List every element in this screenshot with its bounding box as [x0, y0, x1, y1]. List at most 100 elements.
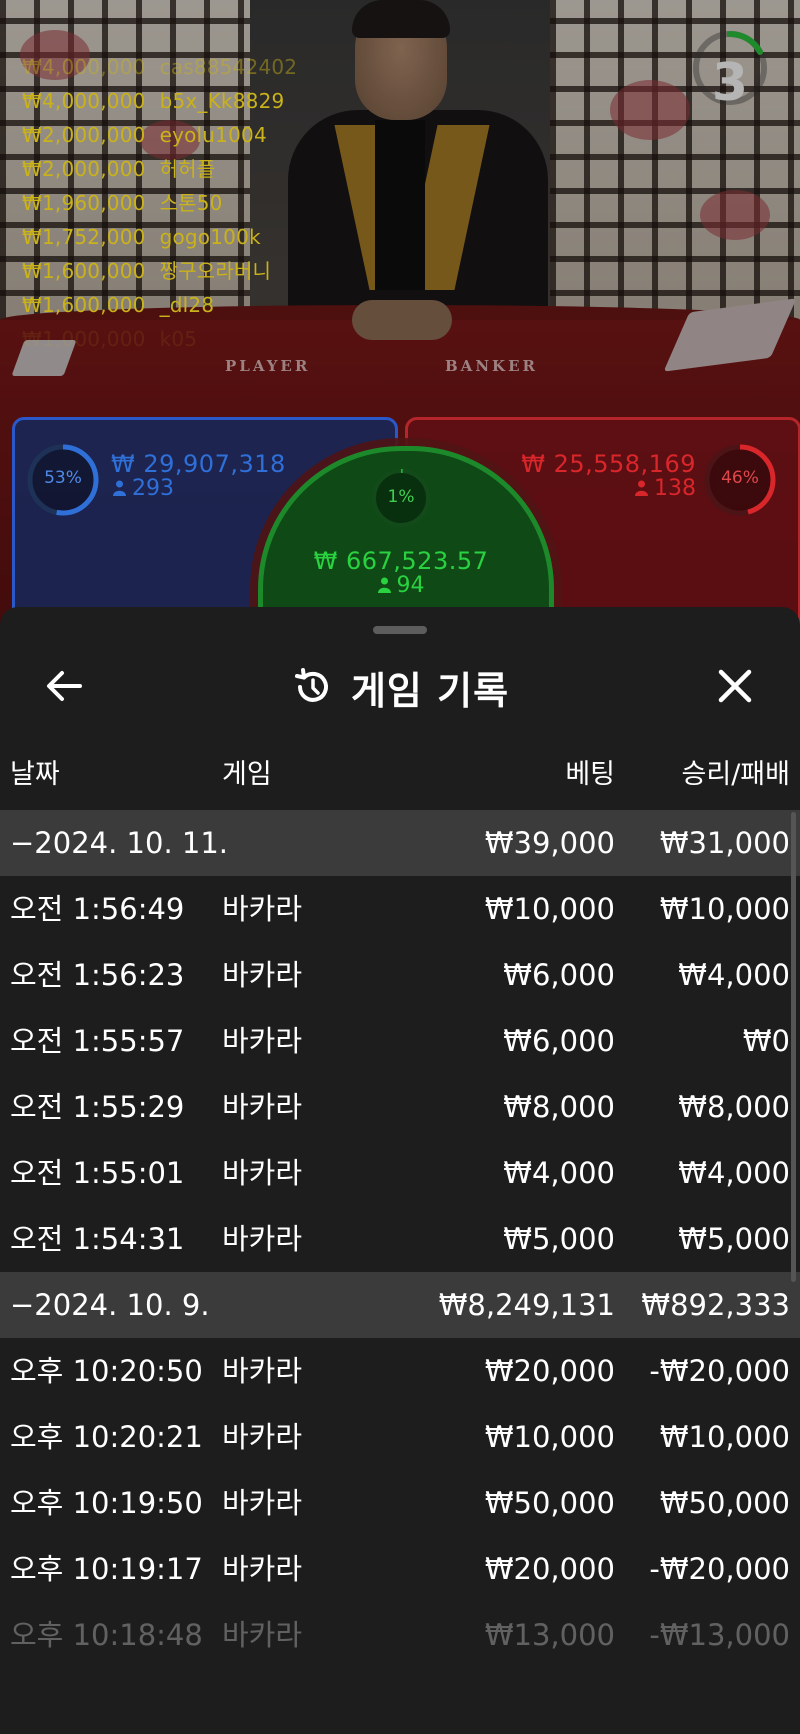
feed-item: ₩4,000,000 b5x_Kk8829: [22, 84, 297, 118]
tie-amount: ₩ 667,523.57: [313, 547, 489, 575]
feed-amount: ₩1,960,000: [22, 191, 146, 215]
betting-countdown: 3: [690, 28, 770, 113]
row-time: 오후 10:19:50: [10, 1486, 203, 1520]
tie-count: 94: [263, 573, 539, 598]
row-time: 오전 1:56:49: [10, 892, 185, 926]
feed-item: ₩1,960,000 스톤50: [22, 186, 297, 220]
sheet-header: 게임 기록: [0, 657, 800, 717]
row-result: ₩4,000: [678, 1156, 790, 1190]
tie-percent: 1%: [387, 487, 415, 507]
row-game: 바카라: [222, 892, 303, 926]
player-count: 293: [113, 476, 174, 501]
scrollbar[interactable]: [791, 812, 796, 1282]
feed-amount: ₩4,000,000: [22, 89, 146, 113]
row-bet: ₩8,000: [503, 1090, 615, 1124]
feed-amount: ₩1,600,000: [22, 259, 146, 283]
player-amount: ₩ 29,907,318: [111, 450, 286, 478]
history-row: 오전 1:54:31 바카라 ₩5,000 ₩5,000: [0, 1206, 800, 1272]
row-result: ₩0: [742, 1024, 790, 1058]
row-result: ₩10,000: [659, 1420, 790, 1454]
row-bet: ₩6,000: [503, 1024, 615, 1058]
feed-amount: ₩2,000,000: [22, 157, 146, 181]
feed-amount: ₩2,000,000: [22, 123, 146, 147]
history-row: 오전 1:56:49 바카라 ₩10,000 ₩10,000: [0, 876, 800, 942]
row-game: 바카라: [222, 1156, 303, 1190]
person-icon: [377, 577, 391, 593]
row-bet: ₩39,000: [484, 826, 615, 860]
history-list: −2024. 10. 11. ₩39,000 ₩31,000 오전 1:56:49 바카…: [0, 810, 800, 1668]
row-date: −2024. 10. 11.: [10, 826, 228, 860]
row-result: ₩10,000: [659, 892, 790, 926]
row-result: ₩5,000: [678, 1222, 790, 1256]
feed-username: gogo100k: [159, 225, 261, 249]
feed-item: ₩2,000,000 허허플: [22, 152, 297, 186]
row-result: -₩13,000: [649, 1618, 790, 1652]
row-bet: ₩50,000: [484, 1486, 615, 1520]
close-icon[interactable]: [710, 661, 760, 711]
feed-item: ₩1,600,000 짱구오라버니: [22, 254, 297, 288]
history-row: 오후 10:19:17 바카라 ₩20,000 -₩20,000: [0, 1536, 800, 1602]
live-video: PLAYER BANKER ₩4,000,000 cas88542402 ₩4,00…: [0, 0, 800, 640]
countdown-number: 3: [711, 53, 749, 113]
row-time: 오후 10:20:50: [10, 1354, 203, 1388]
feed-amount: ₩4,000,000: [22, 55, 146, 79]
game-history-sheet: 게임 기록 날짜 게임 베팅 승리/패배 −2024. 10. 11. ₩39,0…: [0, 607, 800, 1734]
row-bet: ₩4,000: [503, 1156, 615, 1190]
history-row: 오후 10:20:50 바카라 ₩20,000 -₩20,000: [0, 1338, 800, 1404]
banker-amount: ₩ 25,558,169: [521, 450, 696, 478]
feed-item: ₩1,752,000 gogo100k: [22, 220, 297, 254]
history-row: 오전 1:55:01 바카라 ₩4,000 ₩4,000: [0, 1140, 800, 1206]
row-game: 바카라: [222, 1420, 303, 1454]
person-icon: [113, 480, 126, 496]
feed-amount: ₩1,000,000: [22, 327, 146, 351]
history-row: 오전 1:55:57 바카라 ₩6,000 ₩0: [0, 1008, 800, 1074]
banker-count: 138: [635, 476, 696, 501]
row-game: 바카라: [222, 1090, 303, 1124]
column-header-date: 날짜: [10, 759, 60, 790]
feed-amount: ₩1,752,000: [22, 225, 146, 249]
row-result: ₩892,333: [641, 1288, 790, 1322]
row-time: 오전 1:54:31: [10, 1222, 185, 1256]
row-date: −2024. 10. 9.: [10, 1288, 210, 1322]
column-header-game: 게임: [222, 759, 272, 790]
row-game: 바카라: [222, 958, 303, 992]
row-bet: ₩10,000: [484, 1420, 615, 1454]
row-game: 바카라: [222, 1618, 303, 1652]
row-game: 바카라: [222, 1024, 303, 1058]
row-game: 바카라: [222, 1222, 303, 1256]
drag-handle[interactable]: [373, 626, 427, 634]
tie-count-value: 94: [396, 573, 425, 598]
winners-feed: ₩4,000,000 cas88542402 ₩4,000,000 b5x_Kk882…: [22, 50, 297, 356]
row-time: 오전 1:55:57: [10, 1024, 185, 1058]
column-header-bet: 베팅: [565, 759, 615, 790]
row-time: 오전 1:56:23: [10, 958, 185, 992]
row-result: -₩20,000: [649, 1552, 790, 1586]
row-time: 오전 1:55:29: [10, 1090, 185, 1124]
history-row: 오전 1:55:29 바카라 ₩8,000 ₩8,000: [0, 1074, 800, 1140]
feed-item: ₩1,000,000 k05: [22, 322, 297, 356]
row-result: ₩4,000: [678, 958, 790, 992]
row-bet: ₩5,000: [503, 1222, 615, 1256]
row-bet: ₩20,000: [484, 1552, 615, 1586]
column-header-result: 승리/패배: [681, 759, 790, 790]
row-result: ₩50,000: [659, 1486, 790, 1520]
date-group-row[interactable]: −2024. 10. 9. ₩8,249,131 ₩892,333: [0, 1272, 800, 1338]
row-bet: ₩10,000: [484, 892, 615, 926]
feed-username: cas88542402: [159, 55, 298, 79]
row-time: 오후 10:19:17: [10, 1552, 203, 1586]
sheet-title: 게임 기록: [350, 668, 510, 713]
banker-count-value: 138: [654, 476, 696, 501]
row-bet: ₩13,000: [484, 1618, 615, 1652]
feed-username: 스톤50: [159, 191, 223, 215]
feed-username: 허허플: [159, 157, 216, 181]
date-group-row[interactable]: −2024. 10. 11. ₩39,000 ₩31,000: [0, 810, 800, 876]
row-bet: ₩20,000: [484, 1354, 615, 1388]
feed-amount: ₩1,600,000: [22, 293, 146, 317]
row-game: 바카라: [222, 1552, 303, 1586]
feed-item: ₩4,000,000 cas88542402: [22, 50, 297, 84]
feed-username: k05: [159, 327, 198, 351]
row-result: -₩20,000: [649, 1354, 790, 1388]
feed-username: 짱구오라버니: [159, 259, 272, 283]
person-icon: [635, 480, 648, 496]
player-count-value: 293: [132, 476, 174, 501]
